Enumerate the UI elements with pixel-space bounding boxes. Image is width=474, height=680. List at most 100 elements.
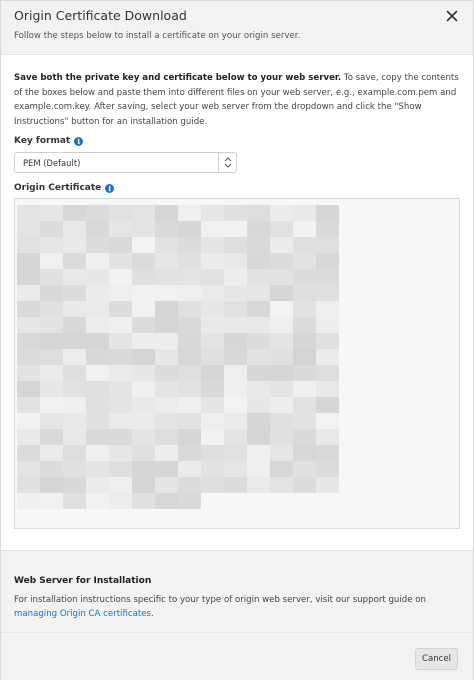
redacted-pixel [224, 317, 247, 333]
redacted-pixel [247, 237, 270, 253]
redacted-pixel [155, 317, 178, 333]
redacted-pixel [155, 221, 178, 237]
redacted-pixel [86, 429, 109, 445]
redacted-pixel [17, 413, 40, 429]
redacted-pixel [201, 381, 224, 397]
redacted-pixel [224, 477, 247, 493]
redacted-pixel [132, 205, 155, 221]
redacted-pixel [178, 317, 201, 333]
redacted-pixel [293, 429, 316, 445]
redacted-pixel [155, 493, 178, 509]
redacted-pixel [109, 381, 132, 397]
cancel-button[interactable]: Cancel [415, 648, 458, 670]
redacted-pixel [132, 237, 155, 253]
managing-certificates-link[interactable]: managing Origin CA certificates [14, 609, 151, 619]
close-icon [446, 10, 458, 22]
key-format-label: Key format i [14, 136, 84, 146]
redacted-pixel [155, 413, 178, 429]
redacted-pixel [40, 269, 63, 285]
redacted-pixel [270, 365, 293, 381]
redacted-pixel [178, 301, 201, 317]
redacted-pixel [86, 301, 109, 317]
redacted-pixel [201, 477, 224, 493]
redacted-pixel [109, 317, 132, 333]
redacted-pixel [109, 285, 132, 301]
info-icon[interactable]: i [74, 136, 84, 146]
redacted-pixel [109, 221, 132, 237]
redacted-pixel [63, 301, 86, 317]
redacted-pixel [17, 317, 40, 333]
redacted-pixel [201, 349, 224, 365]
redacted-pixel [293, 365, 316, 381]
redacted-pixel [201, 333, 224, 349]
redacted-pixel [40, 253, 63, 269]
redacted-pixel [178, 333, 201, 349]
redacted-pixel [63, 477, 86, 493]
redacted-pixel [293, 349, 316, 365]
redacted-pixel [293, 461, 316, 477]
redacted-pixel [17, 221, 40, 237]
redacted-pixel [247, 253, 270, 269]
redacted-pixel [224, 365, 247, 381]
origin-certificate-label-text: Origin Certificate [14, 183, 102, 193]
redacted-pixel [178, 285, 201, 301]
web-server-section: Web Server for Installation For installa… [1, 550, 473, 632]
redacted-pixel [293, 205, 316, 221]
redacted-pixel [316, 381, 339, 397]
redacted-pixel [201, 397, 224, 413]
redacted-pixel [316, 269, 339, 285]
redacted-pixel [86, 445, 109, 461]
redacted-pixel [293, 237, 316, 253]
redacted-pixel [270, 461, 293, 477]
redacted-pixel [86, 493, 109, 509]
key-format-select[interactable]: PEM (Default) [14, 152, 237, 173]
redacted-pixel [86, 477, 109, 493]
redacted-pixel [132, 253, 155, 269]
info-icon[interactable]: i [105, 183, 115, 193]
redacted-pixel [17, 397, 40, 413]
redacted-pixel [40, 349, 63, 365]
redacted-pixel [316, 221, 339, 237]
redacted-pixel [293, 285, 316, 301]
redacted-pixel [63, 253, 86, 269]
redacted-pixel [316, 253, 339, 269]
redacted-pixel [316, 317, 339, 333]
redacted-pixel [40, 381, 63, 397]
redacted-pixel [247, 429, 270, 445]
redacted-pixel [155, 397, 178, 413]
redacted-pixel [132, 349, 155, 365]
redacted-pixel [247, 461, 270, 477]
redacted-pixel [40, 221, 63, 237]
redacted-pixel [109, 253, 132, 269]
redacted-pixel [224, 349, 247, 365]
redacted-pixel [178, 205, 201, 221]
redacted-pixel [109, 301, 132, 317]
redacted-pixel [63, 493, 86, 509]
redacted-pixel [201, 221, 224, 237]
redacted-pixel [201, 269, 224, 285]
redacted-pixel [224, 461, 247, 477]
origin-certificate-textarea[interactable] [14, 198, 460, 529]
redacted-pixel [316, 429, 339, 445]
redacted-pixel [40, 477, 63, 493]
redacted-pixel [201, 285, 224, 301]
redacted-pixel [270, 397, 293, 413]
redacted-pixel [270, 349, 293, 365]
redacted-pixel [201, 461, 224, 477]
origin-certificate-label: Origin Certificate i [14, 183, 115, 193]
redacted-pixel [40, 429, 63, 445]
redacted-pixel [40, 413, 63, 429]
redacted-pixel [224, 445, 247, 461]
redacted-pixel [17, 445, 40, 461]
select-arrows-icon [224, 157, 232, 168]
redacted-pixel [86, 333, 109, 349]
redacted-pixel [155, 477, 178, 493]
redacted-pixel [86, 253, 109, 269]
redacted-pixel [247, 349, 270, 365]
redacted-pixel [86, 221, 109, 237]
redacted-pixel [201, 317, 224, 333]
redacted-pixel [63, 205, 86, 221]
redacted-pixel [40, 493, 63, 509]
redacted-pixel [293, 333, 316, 349]
close-button[interactable] [443, 7, 461, 25]
